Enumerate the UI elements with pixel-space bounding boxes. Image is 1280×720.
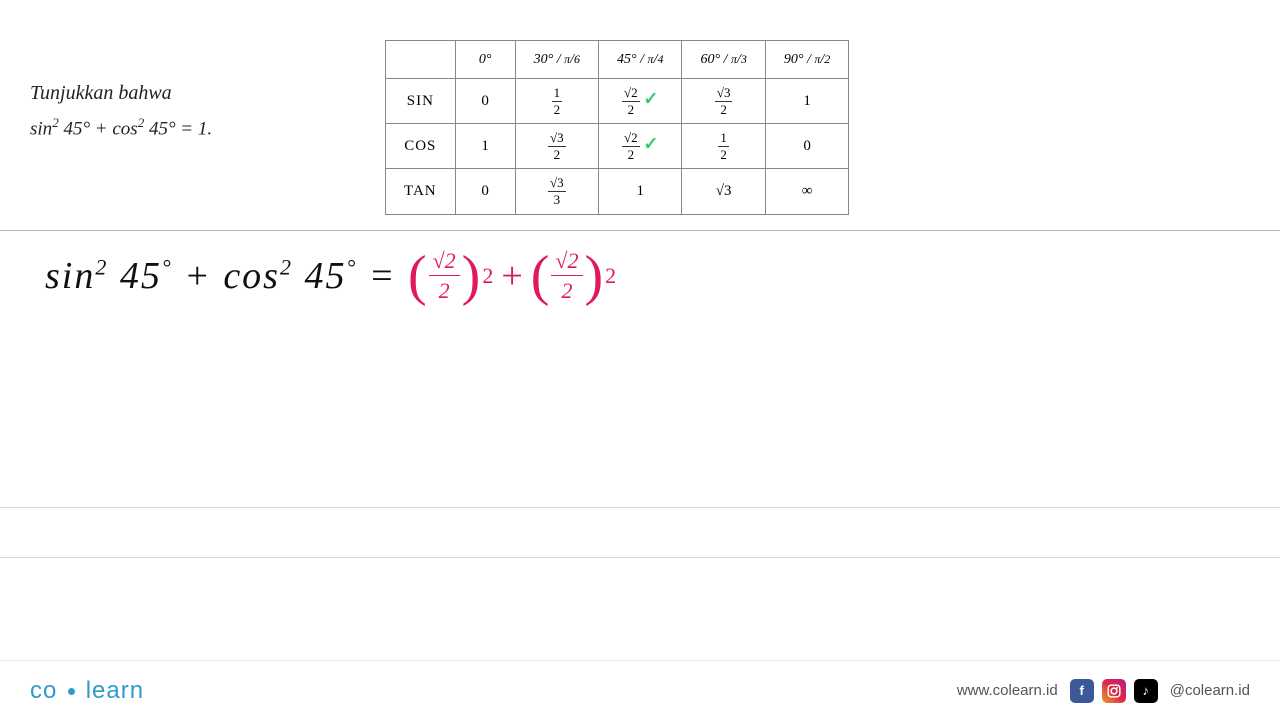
table-header-45deg: 45° / π/4: [599, 41, 682, 79]
tiktok-icon[interactable]: ♪: [1134, 679, 1158, 703]
table-row-sin: SIN 0 12 √22 ✓ √32 1: [386, 79, 849, 124]
tan-30: √33: [515, 169, 598, 214]
cos-30: √32: [515, 124, 598, 169]
table-header-row: 0° 30° / π/6 45° / π/4 60° / π/3 90° / π…: [386, 41, 849, 79]
instagram-icon[interactable]: [1102, 679, 1126, 703]
footer-url: www.colearn.id: [957, 682, 1058, 699]
table-header-30deg: 30° / π/6: [515, 41, 598, 79]
frac2-numerator: √2: [551, 248, 582, 276]
footer-right: www.colearn.id f ♪ @colearn.id: [957, 679, 1250, 703]
table-row-tan: TAN 0 √33 1 √3 ∞: [386, 169, 849, 214]
facebook-icon[interactable]: f: [1070, 679, 1094, 703]
sin-90: 1: [765, 79, 848, 124]
table-row-cos: COS 1 √32 √22 ✓ 12 0: [386, 124, 849, 169]
cos-label: COS: [386, 124, 456, 169]
tan-90: ∞: [765, 169, 848, 214]
plus-sign: +: [501, 254, 522, 298]
tan-60: √3: [682, 169, 765, 214]
sin-60: √32: [682, 79, 765, 124]
sin-30: 12: [515, 79, 598, 124]
formula-pink-part: ( √2 2 ) 2 + ( √2 2 ) 2: [408, 248, 616, 304]
footer: co learn www.colearn.id f ♪ @colearn.id: [0, 660, 1280, 720]
cos-45: √22 ✓: [599, 124, 682, 169]
tan-label: TAN: [386, 169, 456, 214]
social-icons: f ♪: [1070, 679, 1158, 703]
table-header-empty: [386, 41, 456, 79]
top-divider: [0, 230, 1280, 231]
frac2-denominator: 2: [557, 276, 576, 304]
sin-0: 0: [455, 79, 515, 124]
frac1-denominator: 2: [435, 276, 454, 304]
fraction-1: √2 2: [429, 248, 460, 304]
cos-60: 12: [682, 124, 765, 169]
brand-logo: co learn: [30, 677, 144, 705]
open-paren-1: (: [408, 251, 427, 301]
table-header-90deg: 90° / π/2: [765, 41, 848, 79]
open-paren-2: (: [531, 251, 550, 301]
sin-45: √22 ✓: [599, 79, 682, 124]
close-paren-1: ): [462, 251, 481, 301]
tan-45: 1: [599, 169, 682, 214]
social-handle: @colearn.id: [1170, 682, 1250, 699]
problem-line2: sin2 45° + cos2 45° = 1.: [30, 111, 212, 147]
problem-line1: Tunjukkan bahwa: [30, 75, 212, 111]
problem-statement: Tunjukkan bahwa sin2 45° + cos2 45° = 1.: [30, 75, 212, 147]
brand-dot: [68, 688, 75, 695]
close-paren-2: ): [585, 251, 604, 301]
brand-co: co: [30, 677, 57, 704]
formula-black-part: sin2 45° + cos2 45° =: [45, 254, 408, 298]
table-header-60deg: 60° / π/3: [682, 41, 765, 79]
brand-learn: learn: [86, 677, 144, 704]
sin-label: SIN: [386, 79, 456, 124]
cos-0: 1: [455, 124, 515, 169]
trig-table: 0° 30° / π/6 45° / π/4 60° / π/3 90° / π…: [385, 40, 849, 215]
fraction-2: √2 2: [551, 248, 582, 304]
frac1-numerator: √2: [429, 248, 460, 276]
table-header-0deg: 0°: [455, 41, 515, 79]
tan-0: 0: [455, 169, 515, 214]
formula-line: sin2 45° + cos2 45° = ( √2 2 ) 2 + ( √2 …: [45, 248, 616, 304]
cos-90: 0: [765, 124, 848, 169]
